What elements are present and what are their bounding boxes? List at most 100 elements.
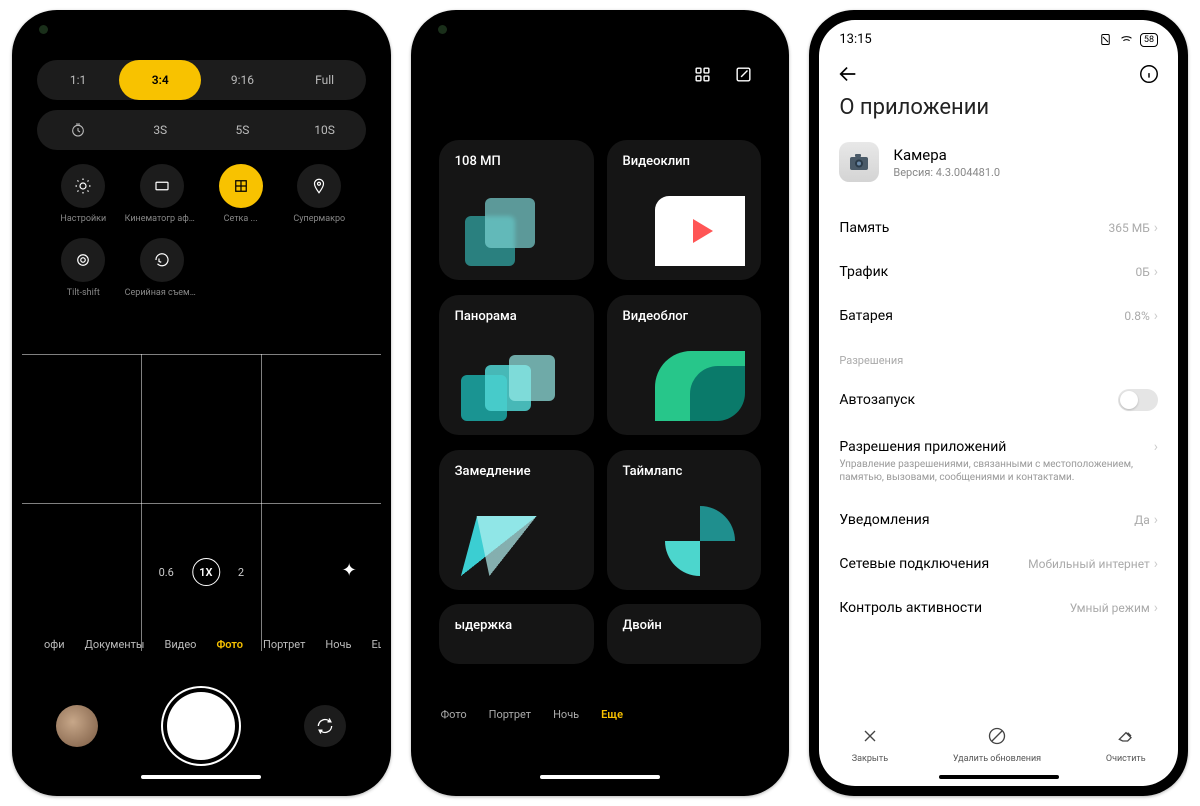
action-erase[interactable]: Очистить xyxy=(1106,726,1146,764)
status-bar: 13:15 58 xyxy=(819,20,1178,47)
mode-Ночь[interactable]: Ночь xyxy=(325,638,351,651)
front-camera-dot xyxy=(39,25,48,34)
mode-Документы[interactable]: Документы xyxy=(85,638,145,651)
mode-card[interactable]: Панорама xyxy=(439,295,594,435)
mode-Видео[interactable]: Видео xyxy=(164,638,196,651)
mode-офи[interactable]: офи xyxy=(44,638,65,651)
mode-card[interactable]: Видеоблог xyxy=(607,295,762,435)
switch-camera-button[interactable] xyxy=(304,705,346,747)
edit-icon[interactable] xyxy=(734,65,753,84)
quick-screen[interactable]: Кинематогр афический ... xyxy=(123,164,202,224)
row-Контроль активности[interactable]: Контроль активностиУмный режим › xyxy=(819,586,1178,630)
chevron-right-icon: › xyxy=(1154,220,1158,236)
chevron-right-icon: › xyxy=(1154,600,1158,616)
ratio-3:4[interactable]: 3:4 xyxy=(119,60,201,100)
camera-modes: Фото Портрет Ночь Еще xyxy=(441,708,623,721)
bottom-actions: Закрыть Удалить обновления Очистить xyxy=(819,726,1178,764)
camera-screen: 1:13:49:16Full 3S5S10S НастройкиКинемато… xyxy=(22,20,381,786)
row-Сетевые подключения[interactable]: Сетевые подключенияМобильный интернет › xyxy=(819,542,1178,586)
bottom-controls xyxy=(22,692,381,760)
clock: 13:15 xyxy=(839,32,871,47)
viewfinder xyxy=(22,354,381,651)
zoom-0.6[interactable]: 0.6 xyxy=(159,566,174,579)
shutter-button[interactable] xyxy=(167,692,235,760)
zoom-2[interactable]: 2 xyxy=(238,566,244,579)
mode-Еще[interactable]: Еще xyxy=(371,638,380,651)
ratio-9:16[interactable]: 9:16 xyxy=(201,60,283,100)
autostart-label: Автозапуск xyxy=(839,392,915,408)
quick-settings[interactable]: Настройки xyxy=(44,164,123,224)
zoom-1X[interactable]: 1X xyxy=(192,558,220,586)
row-Трафик[interactable]: Трафик0Б › xyxy=(819,250,1178,294)
action-deny[interactable]: Удалить обновления xyxy=(953,726,1041,764)
chevron-right-icon: › xyxy=(1154,264,1158,280)
app-info-screen: 13:15 58 О приложении Камера Версия: 4.3… xyxy=(819,20,1178,786)
home-indicator xyxy=(540,775,660,779)
quick-macro[interactable]: Супермакро xyxy=(280,164,359,224)
ratio-Full[interactable]: Full xyxy=(284,60,366,100)
row-autostart[interactable]: Автозапуск xyxy=(819,375,1178,425)
phone-camera-more: 108 МПВидеоклипПанорамаВидеоблогЗамедлен… xyxy=(411,10,790,796)
row-Батарея[interactable]: Батарея0.8% › xyxy=(819,294,1178,338)
gallery-thumbnail[interactable] xyxy=(56,705,98,747)
aspect-ratio-row: 1:13:49:16Full xyxy=(37,60,366,100)
quick-burst[interactable]: Серийная съемка с та... xyxy=(123,238,202,298)
mode-card[interactable]: Видеоклип xyxy=(607,140,762,280)
timer-5S[interactable]: 5S xyxy=(201,123,283,137)
layout-icon[interactable] xyxy=(693,65,712,84)
chevron-right-icon: › xyxy=(1154,308,1158,324)
header xyxy=(819,47,1178,89)
back-icon[interactable] xyxy=(837,63,859,85)
camera-app-icon xyxy=(839,142,879,182)
mode-card[interactable]: ыдержка xyxy=(439,604,594,664)
mode-card[interactable]: Таймлапс xyxy=(607,450,762,590)
timer-10S[interactable]: 10S xyxy=(284,123,366,137)
app-version: Версия: 4.3.004481.0 xyxy=(893,166,1000,179)
ratio-1:1[interactable]: 1:1 xyxy=(37,60,119,100)
wifi-icon xyxy=(1119,32,1134,47)
chevron-right-icon: › xyxy=(1154,439,1158,455)
mode-Фото[interactable]: Фото xyxy=(441,708,467,721)
quick-settings-grid: НастройкиКинематогр афический ...Сетка .… xyxy=(22,164,381,313)
info-icon[interactable] xyxy=(1138,63,1160,85)
quick-tilt[interactable]: Tilt-shift xyxy=(44,238,123,298)
mode-Портрет[interactable]: Портрет xyxy=(489,708,531,721)
front-camera-dot xyxy=(438,25,447,34)
switch-camera-icon xyxy=(315,716,335,736)
chevron-right-icon: › xyxy=(1154,512,1158,528)
app-header: Камера Версия: 4.3.004481.0 xyxy=(819,142,1178,206)
mode-cards: 108 МПВидеоклипПанорамаВидеоблогЗамедлен… xyxy=(439,140,762,666)
camera-modes: офи Документы Видео Фото Портрет Ночь Еще xyxy=(22,638,381,651)
mode-card[interactable]: Замедление xyxy=(439,450,594,590)
mode-card[interactable]: 108 МП xyxy=(439,140,594,280)
row-permissions[interactable]: Разрешения приложений Управление разреше… xyxy=(819,425,1178,498)
timer-3S[interactable]: 3S xyxy=(119,123,201,137)
effects-icon[interactable]: ✦ xyxy=(342,560,357,581)
more-modes-screen: 108 МПВидеоклипПанорамаВидеоблогЗамедлен… xyxy=(421,20,780,786)
zoom-selector: 0.6 1X 2 xyxy=(159,558,244,586)
permissions-label: Разрешения приложений xyxy=(839,439,1145,455)
mode-Еще[interactable]: Еще xyxy=(601,708,623,721)
chevron-right-icon: › xyxy=(1154,556,1158,572)
phone-camera: 1:13:49:16Full 3S5S10S НастройкиКинемато… xyxy=(12,10,391,796)
home-indicator xyxy=(141,775,261,779)
quick-grid[interactable]: Сетка ... xyxy=(201,164,280,224)
no-sim-icon xyxy=(1098,32,1113,47)
row-Память[interactable]: Память365 МБ › xyxy=(819,206,1178,250)
battery-indicator: 58 xyxy=(1140,33,1158,47)
row-Уведомления[interactable]: УведомленияДа › xyxy=(819,498,1178,542)
home-indicator xyxy=(939,775,1059,779)
timer-icon[interactable] xyxy=(37,122,119,138)
section-header: Разрешения xyxy=(819,338,1178,375)
autostart-toggle[interactable] xyxy=(1118,389,1158,411)
app-name: Камера xyxy=(893,146,1000,164)
permissions-sub: Управление разрешениями, связанными с ме… xyxy=(839,458,1145,484)
phone-settings: 13:15 58 О приложении Камера Версия: 4.3… xyxy=(809,10,1188,796)
mode-card[interactable]: Двойн xyxy=(607,604,762,664)
action-close[interactable]: Закрыть xyxy=(852,726,888,764)
mode-Портрет[interactable]: Портрет xyxy=(263,638,305,651)
page-title: О приложении xyxy=(819,89,1178,142)
mode-Ночь[interactable]: Ночь xyxy=(553,708,579,721)
mode-Фото[interactable]: Фото xyxy=(216,638,243,651)
timer-row: 3S5S10S xyxy=(37,110,366,150)
